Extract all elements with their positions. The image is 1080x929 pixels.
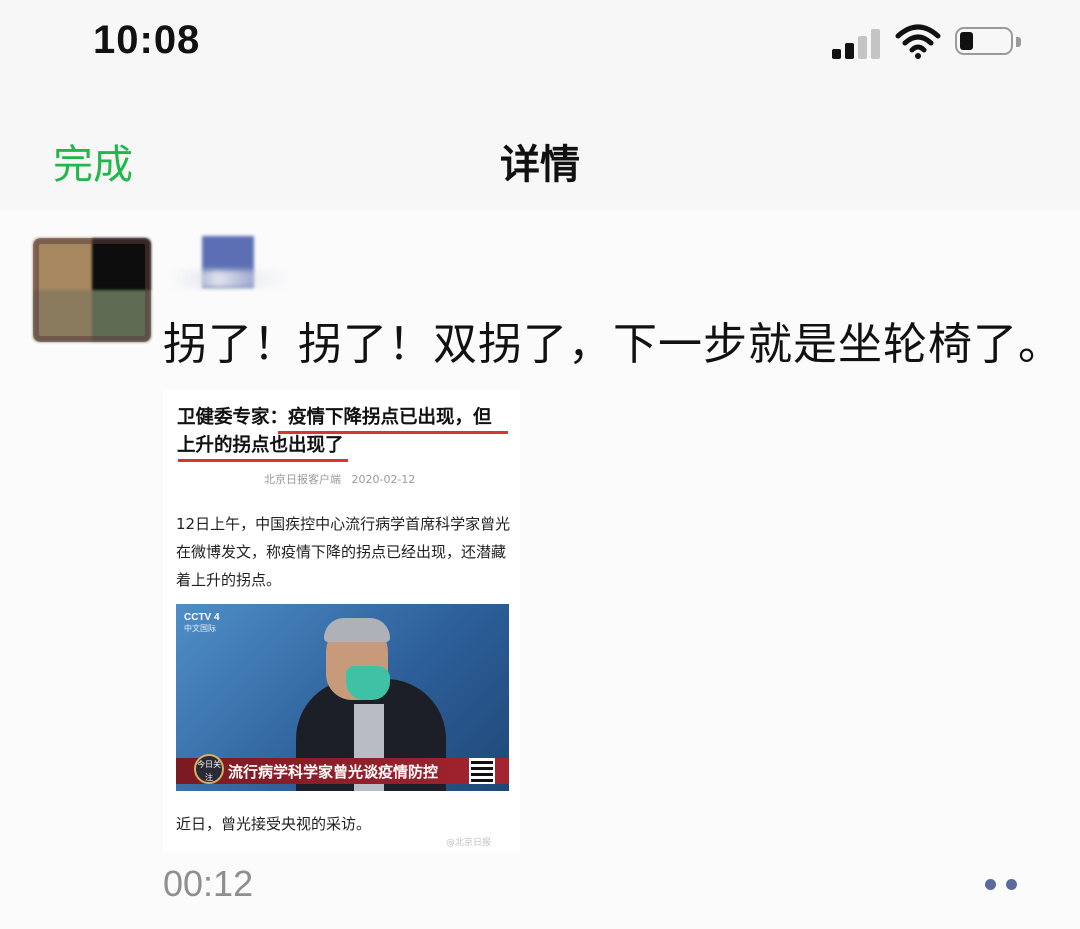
article-source: 北京日报客户端 2020-02-12 bbox=[264, 473, 416, 486]
battery-icon bbox=[955, 27, 1025, 59]
page-title: 详情 bbox=[500, 142, 580, 188]
headline-underline bbox=[178, 459, 348, 462]
cctv-logo: CCTV 4 中文国际 bbox=[184, 612, 220, 633]
watermark: @北京日报 bbox=[446, 838, 492, 848]
headline-underline-gap bbox=[178, 431, 278, 434]
article-footer-text: 近日，曾光接受央视的采访。 bbox=[176, 815, 372, 833]
status-time: 10:08 bbox=[93, 18, 201, 62]
wifi-icon bbox=[895, 24, 941, 59]
article-video-frame: CCTV 4 中文国际 今日关注 流行病学科学家曾光谈疫情防控 bbox=[176, 604, 509, 791]
person-hair bbox=[324, 618, 390, 642]
nickname-blurred-text bbox=[170, 270, 290, 288]
qr-code-icon bbox=[469, 758, 495, 784]
video-caption: 流行病学科学家曾光谈疫情防控 bbox=[228, 763, 439, 781]
more-dots-icon[interactable] bbox=[985, 878, 1021, 892]
face-mask bbox=[346, 666, 390, 700]
cellular-signal-icon bbox=[832, 27, 882, 59]
avatar-frame bbox=[33, 238, 151, 342]
program-logo: 今日关注 bbox=[194, 754, 224, 784]
post-text: 拐了！拐了！双拐了，下一步就是坐轮椅了。 bbox=[163, 319, 1063, 370]
post-duration: 00:12 bbox=[163, 863, 254, 904]
article-paragraph: 12日上午，中国疾控中心流行病学首席科学家曾光在微博发文，称疫情下降的拐点已经出… bbox=[176, 515, 511, 589]
